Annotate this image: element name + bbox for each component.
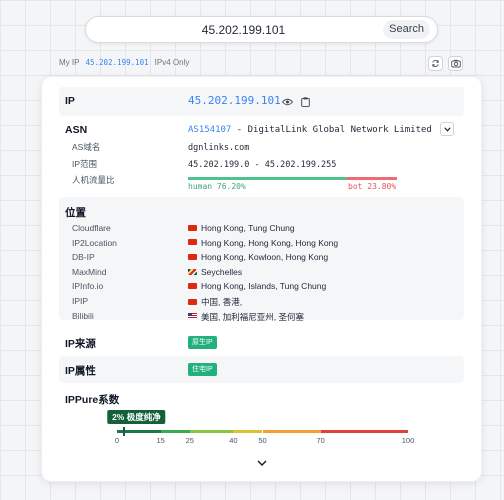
- refresh-icon: [432, 60, 439, 67]
- human-ratio-text: human 76.20%: [188, 182, 246, 191]
- location-text: Hong Kong, Kowloon, Hong Kong: [201, 252, 329, 263]
- location-text: Hong Kong, Tung Chung: [201, 223, 295, 233]
- location-source-label: IPInfo.io: [72, 281, 104, 292]
- bot-ratio-text: bot 23.80%: [348, 182, 397, 191]
- location-source-label: IP2Location: [72, 237, 117, 248]
- location-label: 位置: [65, 207, 86, 219]
- traffic-ratio-label: 人机流量比: [72, 175, 115, 185]
- ip-source-tag: 原生IP: [188, 336, 217, 349]
- hk-flag-icon: [188, 283, 197, 290]
- hk-flag-icon: [188, 253, 197, 260]
- location-text: Seychelles: [201, 266, 243, 277]
- visibility-button[interactable]: [281, 95, 294, 108]
- screenshot-button[interactable]: [448, 56, 463, 71]
- score-marker: [122, 427, 125, 436]
- location-value: Hong Kong, Hong Kong, Hong Kong: [188, 238, 338, 248]
- as-domain-label: AS域名: [72, 142, 101, 152]
- location-value: 中国, 香港,: [188, 296, 242, 308]
- ip-value[interactable]: 45.202.199.101: [188, 94, 281, 107]
- bot-ratio-bar: [347, 177, 397, 180]
- search-input[interactable]: [126, 21, 361, 39]
- sc-flag-icon: [188, 268, 197, 275]
- refresh-button[interactable]: [428, 56, 443, 71]
- clipboard-icon: [301, 96, 310, 107]
- my-ip-label: My IP: [59, 58, 80, 67]
- as-domain-value: dgnlinks.com: [188, 143, 250, 153]
- scale-segment-50-70: [262, 430, 321, 433]
- ip-info-card: IP 45.202.199.101 ASN AS154107 - Digital…: [41, 76, 482, 482]
- scale-tick-label: 70: [316, 436, 325, 445]
- scale-tick-label: 100: [401, 436, 415, 445]
- human-ratio-bar: [188, 177, 347, 180]
- asn-name: - DigitalLink Global Network Limited: [231, 125, 432, 135]
- location-value: Hong Kong, Kowloon, Hong Kong: [188, 252, 328, 262]
- us-flag-icon: [188, 313, 197, 320]
- ip-attribute-row: [59, 356, 464, 383]
- my-ip-value[interactable]: 45.202.199.101: [85, 58, 148, 67]
- location-value: 美国, 加利福尼亚州, 圣何塞: [188, 311, 304, 323]
- location-source-label: MaxMind: [72, 266, 107, 277]
- scale-segment-25-40: [189, 430, 234, 433]
- eye-icon: [282, 98, 293, 105]
- hk-flag-icon: [188, 239, 197, 246]
- location-source-label: IPIP: [72, 296, 89, 306]
- ippure-label: IPPure系数: [65, 394, 120, 406]
- location-source-label: Cloudflare: [72, 223, 111, 233]
- ip-attribute-label: IP属性: [65, 365, 96, 377]
- expand-card-button[interactable]: [255, 458, 269, 468]
- location-text: Hong Kong, Hong Kong, Hong Kong: [201, 237, 339, 248]
- scale-segment-40-50: [233, 430, 263, 433]
- ip-source-label: IP来源: [65, 338, 96, 350]
- location-value: Hong Kong, Tung Chung: [188, 223, 295, 233]
- ip-version: IPv4 Only: [154, 58, 190, 67]
- ip-label: IP: [65, 95, 75, 107]
- scale-tick-label: 0: [114, 436, 120, 445]
- location-text: 中国, 香港,: [201, 297, 243, 307]
- search-button[interactable]: Search: [383, 20, 430, 39]
- location-value: Hong Kong, Islands, Tung Chung: [188, 281, 326, 291]
- camera-icon: [450, 59, 461, 68]
- asn-label: ASN: [65, 124, 88, 136]
- scale-segment-15-25: [160, 430, 190, 433]
- scale-tick-label: 25: [185, 436, 194, 445]
- location-value: Seychelles: [188, 267, 242, 277]
- location-text: Hong Kong, Islands, Tung Chung: [201, 281, 327, 292]
- asn-number-link[interactable]: AS154107: [188, 125, 231, 135]
- chevron-down-icon: [443, 126, 451, 132]
- location-text: 美国, 加利福尼亚州, 圣何塞: [201, 311, 304, 322]
- scale-tick-label: 50: [258, 436, 267, 445]
- ippure-score-badge: 2% 极度纯净: [107, 410, 166, 424]
- location-source-label: Bilibili: [72, 310, 94, 321]
- copy-button[interactable]: [299, 95, 312, 108]
- scale-tick-label: 15: [156, 436, 165, 445]
- location-source-label: DB-IP: [72, 252, 95, 263]
- hk-flag-icon: [188, 224, 197, 231]
- ip-range-label: IP范围: [72, 159, 98, 169]
- chevron-down-icon: [257, 460, 267, 466]
- my-ip-bar: My IP 45.202.199.101 IPv4 Only: [59, 58, 189, 67]
- ippure-scale: 0 15 25 40 50 70 100: [114, 427, 414, 450]
- ip-range-value: 45.202.199.0 - 45.202.199.255: [188, 160, 337, 170]
- scale-tick-label: 40: [229, 436, 238, 445]
- search-box: Search: [85, 16, 438, 43]
- scale-segment-70-100: [320, 430, 408, 433]
- asn-full: AS154107 - DigitalLink Global Network Li…: [188, 124, 432, 135]
- ip-attribute-tag: 住宅IP: [188, 363, 217, 376]
- cn-flag-icon: [188, 298, 197, 305]
- asn-expand-button[interactable]: [440, 122, 454, 136]
